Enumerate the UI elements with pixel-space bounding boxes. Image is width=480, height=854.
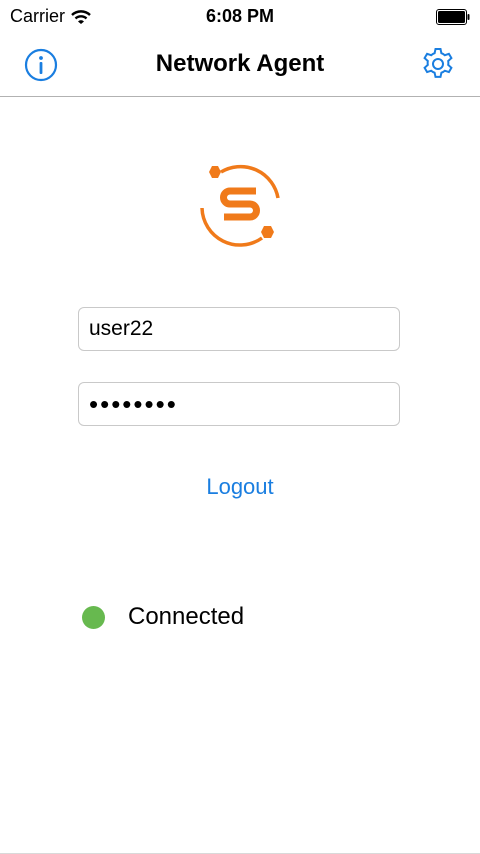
nav-bar: Network Agent — [0, 34, 480, 97]
connection-status: Connected — [82, 603, 244, 631]
status-time: 6:08 PM — [205, 6, 275, 26]
battery-icon — [436, 9, 470, 25]
logout-button[interactable]: Logout — [0, 474, 480, 500]
gear-icon[interactable] — [420, 46, 456, 82]
page-title: Network Agent — [155, 50, 325, 77]
username-input[interactable] — [78, 307, 400, 351]
status-text: Connected — [128, 603, 245, 630]
status-bar: Carrier 6:08 PM — [0, 0, 480, 34]
password-input[interactable] — [78, 382, 400, 426]
status-indicator-dot — [82, 605, 105, 629]
app-logo — [200, 164, 280, 247]
